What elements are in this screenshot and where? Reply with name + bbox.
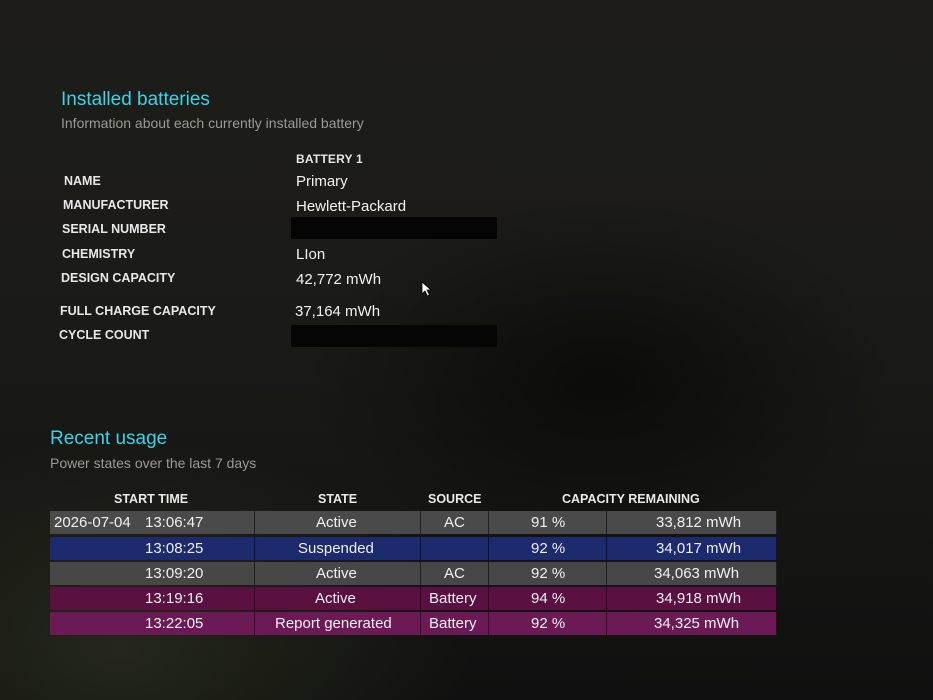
row-state: Active [316,565,357,582]
table-row: 13:08:25 Suspended 92 % 34,017 mWh [50,537,777,560]
row-source: Battery [429,615,477,632]
source-header: SOURCE [428,492,482,506]
row-mwh: 34,325 mWh [654,615,740,632]
design-capacity-value: 42,772 mWh [296,271,382,288]
start-time-header: START TIME [114,492,189,506]
row-percent: 92 % [531,565,566,582]
table-row: 13:22:05 Report generated Battery 92 % 3… [50,612,777,635]
row-mwh: 33,812 mWh [656,514,742,531]
row-source: Battery [429,590,477,607]
name-label: NAME [64,174,101,188]
row-time: 13:08:25 [145,540,204,557]
installed-batteries-subtitle: Information about each currently install… [61,115,364,131]
chemistry-value: LIon [296,246,326,263]
battery-report-screen: Installed batteries Information about ea… [0,0,933,700]
manufacturer-value: Hewlett-Packard [296,198,407,215]
table-row: 2026-07-04 13:06:47 Active AC 91 % 33,81… [50,511,777,534]
row-percent: 91 % [531,514,566,531]
full-charge-capacity-label: FULL CHARGE CAPACITY [60,304,216,318]
capacity-remaining-header: CAPACITY REMAINING [562,492,700,506]
row-mwh: 34,063 mWh [654,565,740,582]
row-percent: 92 % [531,540,566,557]
row-time: 13:06:47 [145,514,204,531]
row-state: Suspended [298,540,374,557]
row-date: 2026-07-04 [54,514,131,531]
row-mwh: 34,017 mWh [656,540,742,557]
state-header: STATE [318,492,358,506]
row-percent: 92 % [531,615,566,632]
row-time: 13:22:05 [145,615,204,632]
row-time: 13:19:16 [145,590,204,607]
table-row: 13:19:16 Active Battery 94 % 34,918 mWh [50,587,777,610]
cycle-count-redaction [291,325,497,347]
row-source: AC [444,565,465,582]
row-bg-source [421,537,489,560]
design-capacity-label: DESIGN CAPACITY [61,271,176,285]
serial-number-redaction [291,217,497,239]
row-time: 13:09:20 [145,565,204,582]
row-state: Active [315,590,356,607]
full-charge-capacity-value: 37,164 mWh [295,303,381,320]
battery-1-header: BATTERY 1 [296,152,363,166]
name-value: Primary [296,173,348,190]
row-mwh: 34,918 mWh [656,590,742,607]
chemistry-label: CHEMISTRY [62,247,136,261]
cycle-count-label: CYCLE COUNT [59,328,150,342]
row-source: AC [444,514,465,531]
row-percent: 94 % [531,590,566,607]
mouse-cursor-icon [421,281,433,297]
manufacturer-label: MANUFACTURER [63,198,169,212]
installed-batteries-title: Installed batteries [61,89,210,110]
row-state: Active [316,514,357,531]
serial-number-label: SERIAL NUMBER [62,222,166,236]
table-row: 13:09:20 Active AC 92 % 34,063 mWh [50,562,777,585]
row-state: Report generated [275,615,392,632]
recent-usage-title: Recent usage [50,428,168,449]
recent-usage-subtitle: Power states over the last 7 days [50,455,257,471]
